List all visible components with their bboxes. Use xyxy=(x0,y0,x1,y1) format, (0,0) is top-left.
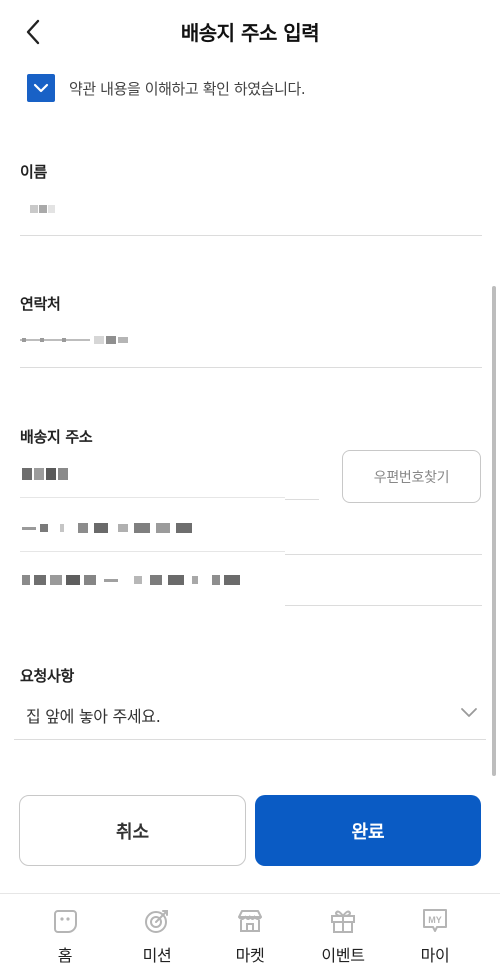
address-detail-divider xyxy=(285,605,482,606)
tab-market-label: 마켓 xyxy=(235,946,265,965)
phone-divider xyxy=(20,367,482,368)
postcode-search-button[interactable]: 우편번호찾기 xyxy=(342,450,481,503)
mission-icon xyxy=(145,910,168,933)
request-label: 요청사항 xyxy=(20,667,75,685)
check-icon xyxy=(33,83,49,93)
agreement-text: 약관 내용을 이해하고 확인 하였습니다. xyxy=(69,79,306,98)
tab-mission[interactable]: 미션 xyxy=(117,906,197,966)
market-icon xyxy=(238,910,262,932)
phone-label: 연락처 xyxy=(20,295,61,313)
tab-home-label: 홈 xyxy=(57,946,73,965)
masked-phone-value xyxy=(20,336,128,344)
name-divider xyxy=(20,235,482,236)
phone-field[interactable] xyxy=(20,331,130,344)
agreement-row[interactable]: 약관 내용을 이해하고 확인 하였습니다. xyxy=(27,74,306,102)
done-button[interactable]: 완료 xyxy=(255,795,481,866)
tab-event[interactable]: 이벤트 xyxy=(303,906,383,966)
masked-address-detail-value xyxy=(22,575,240,585)
my-icon-text: MY xyxy=(428,915,442,925)
masked-name-value xyxy=(30,205,55,213)
header: 배송지 주소 입력 xyxy=(0,0,500,64)
address-detail-field[interactable] xyxy=(22,572,247,585)
tab-my[interactable]: MY 마이 xyxy=(395,906,475,966)
masked-address-line1-value xyxy=(22,523,192,533)
address-label: 배송지 주소 xyxy=(20,428,93,446)
agreement-checkbox[interactable] xyxy=(27,74,55,102)
page-title: 배송지 주소 입력 xyxy=(180,21,320,45)
my-icon: MY xyxy=(423,909,447,932)
event-gift-icon xyxy=(331,910,355,933)
bottom-tab-bar: 홈 미션 마켓 이벤트 MY 마이 xyxy=(0,893,500,970)
masked-postcode-value xyxy=(22,468,68,480)
chevron-down-icon xyxy=(461,708,477,717)
tab-event-label: 이벤트 xyxy=(321,946,365,965)
home-icon xyxy=(54,910,77,933)
postcode-divider-tail xyxy=(285,499,319,500)
name-label: 이름 xyxy=(20,163,48,181)
request-select[interactable]: 집 앞에 놓아 주세요. xyxy=(14,692,486,740)
name-field[interactable] xyxy=(30,200,56,213)
request-select-value: 집 앞에 놓아 주세요. xyxy=(26,707,161,726)
postcode-field[interactable] xyxy=(22,466,72,480)
address-line1-divider xyxy=(20,551,285,552)
address-line1-field[interactable] xyxy=(22,520,197,533)
address-line1-divider-tail xyxy=(285,554,482,555)
tab-my-label: 마이 xyxy=(420,946,450,965)
cancel-button[interactable]: 취소 xyxy=(19,795,246,866)
tab-mission-label: 미션 xyxy=(142,946,172,965)
tab-home[interactable]: 홈 xyxy=(25,906,105,966)
postcode-divider-strong xyxy=(20,497,285,498)
scrollbar[interactable] xyxy=(492,286,496,776)
tab-market[interactable]: 마켓 xyxy=(210,906,290,966)
